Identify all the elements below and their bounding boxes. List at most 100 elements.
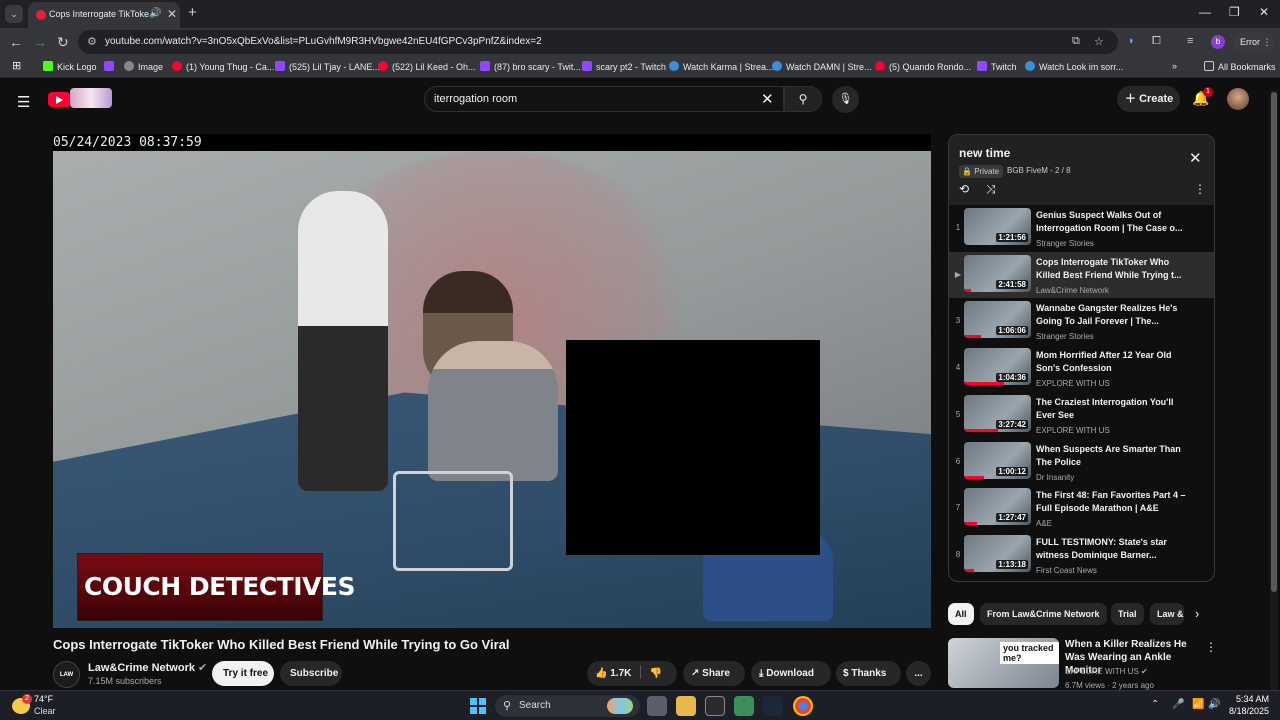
bookmark-item[interactable]: scary pt2 - Twitch [582,61,666,72]
weather-widget[interactable]: 2 [12,694,36,718]
cast-icon[interactable]: ⧉ [1072,35,1080,48]
speaker-icon[interactable]: 🔊 [149,8,161,19]
task-view-icon[interactable] [647,696,667,716]
playlist-item[interactable]: 3 1:06:06 Wannabe Gangster Realizes He's G… [949,298,1214,344]
playlist-title[interactable]: new time [959,146,1010,160]
playlist-item-title[interactable]: The Craziest Interrogation You'll Ever S… [1036,396,1186,422]
bookmark-item[interactable]: Image [124,61,163,72]
error-indicator[interactable]: Error ⋮ [1233,32,1275,52]
bookmark-item[interactable] [104,61,118,72]
steam-icon[interactable] [763,696,783,716]
playlist-item-title[interactable]: Mom Horrified After 12 Year Old Son's Co… [1036,349,1186,375]
bookmark-item[interactable]: Watch Look im sorr... [1025,61,1123,72]
page-scrollbar-thumb[interactable] [1271,92,1277,592]
tray-overflow-icon[interactable]: ⌃ [1151,699,1159,710]
chip-trial[interactable]: Trial [1111,603,1144,625]
playlist-item-channel[interactable]: EXPLORE WITH US [1036,426,1110,435]
bookmark-item[interactable]: (1) Young Thug - Ca... [172,61,274,72]
playlist-item-channel[interactable]: A&E [1036,519,1052,528]
playlist-item-title[interactable]: Genius Suspect Walks Out of Interrogatio… [1036,209,1186,235]
playlist-item-channel[interactable]: Stranger Stories [1036,239,1094,248]
app-icon-green[interactable] [734,696,754,716]
wifi-icon[interactable]: 📶 [1192,699,1204,710]
file-explorer-icon[interactable] [676,696,696,716]
profile-avatar[interactable]: b [1211,35,1225,49]
playlist-item-title[interactable]: FULL TESTIMONY: State's star witness Dom… [1036,536,1186,562]
playlist-item[interactable]: 4 1:04:36 Mom Horrified After 12 Year Old … [949,345,1214,391]
playlist-item-title[interactable]: Wannabe Gangster Realizes He's Going To … [1036,302,1186,328]
playlist-item-channel[interactable]: First Coast News [1036,566,1097,575]
playlist-item[interactable]: 1 1:21:56 Genius Suspect Walks Out of Inte… [949,205,1214,251]
playlist-menu-icon[interactable]: ⋮ [1194,182,1206,196]
bookmark-item[interactable]: (522) Lil Keed - Oh... [378,61,476,72]
playlist-item[interactable]: 8 1:13:18 FULL TESTIMONY: State's star wit… [949,532,1214,578]
video-player[interactable]: 05/24/2023 08:37:59 COUCH DETECTIVES [53,134,931,628]
chrome-icon[interactable] [793,696,813,716]
like-icon[interactable]: 👍 [595,668,607,679]
search-box[interactable]: iterrogation room ✕ [424,86,784,112]
playlist-item-thumbnail[interactable]: 1:21:56 [964,208,1031,245]
channel-avatar[interactable]: LAW CRIME [53,661,80,705]
clock-time[interactable]: 5:34 AM [1225,694,1269,704]
youtube-doodle[interactable] [70,88,112,108]
clock-date[interactable]: 8/18/2025 [1220,706,1269,716]
bookmark-item[interactable]: Twitch [977,61,1017,72]
reload-icon[interactable]: ↻ [57,34,69,51]
bookmark-item[interactable]: Watch Karma | Strea... [669,61,774,72]
playlist-item-thumbnail[interactable]: 1:06:06 [964,301,1031,339]
close-window-icon[interactable]: ✕ [1259,5,1269,19]
microphone-icon[interactable]: 🎤 [1172,699,1184,710]
channel-name[interactable]: Law&Crime Network ✔ [88,661,207,674]
tab-search-button[interactable]: ⌄ [5,5,23,23]
playlist-item-thumbnail[interactable]: 1:04:36 [964,348,1031,386]
playlist-item[interactable]: ▶ 2:41:58 Cops Interrogate TikToker Who Ki… [949,251,1214,298]
close-playlist-icon[interactable]: ✕ [1189,149,1202,167]
url-bar[interactable]: ⚙ youtube.com/watch?v=3nO5xQbExVo&list=P… [78,30,1118,54]
bookmark-item[interactable]: (5) Quando Rondo... [875,61,971,72]
all-bookmarks[interactable]: All Bookmarks [1204,61,1276,72]
start-button[interactable] [470,698,486,714]
playlist-item-thumbnail[interactable]: 1:00:12 [964,441,1031,479]
volume-icon[interactable]: 🔊 [1208,699,1220,710]
menu-icon[interactable]: ☰ [17,93,30,111]
bookmark-item[interactable]: Watch DAMN | Stre... [772,61,872,72]
playlist-item-thumbnail[interactable]: 1:13:18 [964,534,1031,572]
playlist-item-title[interactable]: The First 48: Fan Favorites Part 4 – Ful… [1036,489,1186,515]
playlist-item-thumbnail[interactable]: 1:27:47 [964,488,1031,526]
playlist-item-title[interactable]: Cops Interrogate TikToker Who Killed Bes… [1036,256,1186,282]
bookmark-item[interactable]: (525) Lil Tjay - LANE... [275,61,380,72]
apps-grid-icon[interactable]: ⊞ [12,59,21,72]
back-icon[interactable]: ← [9,34,23,50]
like-count[interactable]: 1.7K [610,668,631,679]
site-info-icon[interactable]: ⚙ [87,35,97,48]
playlist-item[interactable]: 5 3:27:42 The Craziest Interrogation You'l… [949,392,1214,438]
new-tab-button[interactable]: + [188,4,197,21]
media-controls-icon[interactable]: ≡ [1187,35,1193,47]
playlist-owner-position[interactable]: BGB FiveM - 2 / 8 [1007,166,1071,175]
loop-icon[interactable]: ⟲ [959,182,969,196]
dislike-icon[interactable]: 👎 [650,668,662,679]
extensions-puzzle-icon[interactable]: ⧠ [1152,35,1161,48]
maximize-icon[interactable]: ❐ [1229,5,1240,19]
recommendation-thumbnail[interactable]: you tracked me? [948,638,1059,688]
app-icon-n[interactable] [705,696,725,716]
chip-all[interactable]: All [948,603,974,625]
more-actions-button[interactable]: ... [906,661,931,686]
recommendation-channel[interactable]: EXPLORE WITH US ✔ [1065,667,1148,676]
browser-tab-active[interactable]: Cops Interrogate TikToker W 🔊 ✕ [28,2,180,28]
thanks-button[interactable]: $ Thanks [836,661,901,686]
playlist-item-thumbnail[interactable]: 3:27:42 [964,394,1031,432]
playlist-item-channel[interactable]: Stranger Stories [1036,332,1094,341]
playlist-item[interactable]: 7 1:27:47 The First 48: Fan Favorites Part… [949,485,1214,531]
playlist-item-channel[interactable]: EXPLORE WITH US [1036,379,1110,388]
bookmark-item[interactable]: Kick Logo [43,61,97,72]
clear-search-icon[interactable]: ✕ [761,90,774,108]
chip-from-channel[interactable]: From Law&Crime Network [980,603,1107,625]
taskbar-search[interactable]: ⚲ Search [495,695,640,717]
recommendation-menu-icon[interactable]: ⋮ [1205,640,1217,654]
close-tab-icon[interactable]: ✕ [167,7,177,21]
bookmark-star-icon[interactable]: ☆ [1094,35,1104,48]
playlist-item-channel[interactable]: Dr Insanity [1036,473,1074,482]
chips-next-icon[interactable]: › [1195,606,1199,621]
more-bookmarks-icon[interactable]: » [1172,61,1177,71]
